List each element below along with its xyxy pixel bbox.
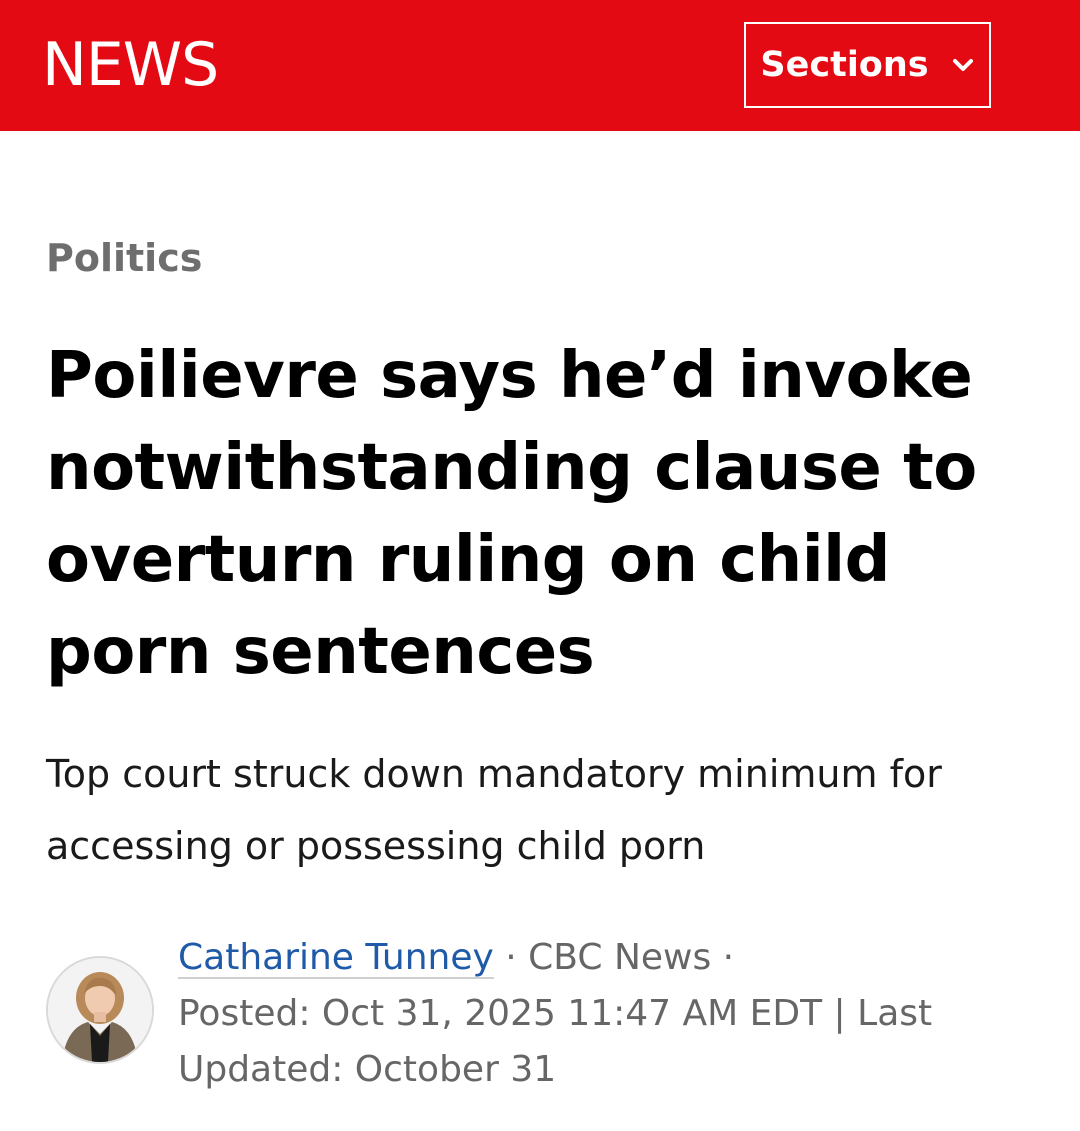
- chevron-down-icon: [951, 57, 975, 73]
- category-label[interactable]: Politics: [46, 236, 202, 280]
- outlet-name: CBC News: [528, 937, 712, 978]
- author-avatar[interactable]: [46, 956, 154, 1064]
- article-deck: Top court struck down mandatory minimum …: [46, 752, 942, 868]
- author-link[interactable]: Catharine Tunney: [178, 937, 494, 978]
- news-logo[interactable]: NEWS: [42, 30, 219, 100]
- byline-separator: ·: [711, 937, 735, 978]
- sections-label: Sections: [760, 45, 929, 85]
- byline-separator: ·: [493, 937, 529, 978]
- posted-timestamp: Posted: Oct 31, 2025 11:47 AM EDT | Last…: [178, 993, 933, 1090]
- top-nav-bar: NEWS Sections: [0, 0, 1080, 131]
- sections-button[interactable]: Sections: [744, 22, 991, 108]
- article-page: NEWS Sections Politics Poilievre says he…: [0, 0, 1080, 1131]
- byline: Catharine Tunney · CBC News · Posted: Oc…: [178, 930, 1038, 1098]
- article-headline: Poilievre says he’d invoke notwithstandi…: [46, 339, 977, 689]
